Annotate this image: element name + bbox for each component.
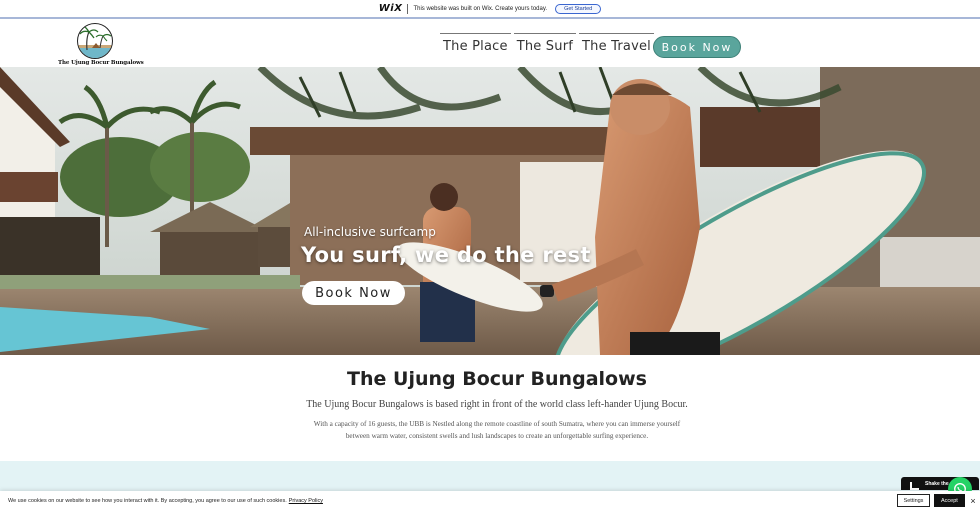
cookie-accept-button[interactable]: Accept — [934, 494, 965, 507]
main-nav: The Place The Surf The Travel — [440, 33, 657, 54]
site-header: The Ujung Bocur Bungalows The Place The … — [0, 21, 980, 67]
nav-item-the-travel[interactable]: The Travel — [579, 33, 654, 54]
book-now-header-button[interactable]: Book Now — [653, 36, 741, 58]
book-now-hero-button[interactable]: Book Now — [302, 281, 405, 305]
cookie-text: We use cookies on our website to see how… — [8, 498, 287, 504]
wix-message: This website was built on Wix. Create yo… — [413, 5, 548, 12]
intro-lead: The Ujung Bocur Bungalows is based right… — [306, 399, 688, 410]
nav-item-the-surf[interactable]: The Surf — [513, 33, 577, 54]
wix-divider — [407, 3, 409, 14]
site-logo[interactable]: The Ujung Bocur Bungalows — [58, 23, 144, 67]
cookie-settings-button[interactable]: Settings — [897, 494, 930, 507]
wix-logo: WiX — [378, 3, 403, 14]
intro-title: The Ujung Bocur Bungalows — [347, 368, 647, 390]
next-section-band — [0, 461, 980, 491]
chat-chart-icon — [910, 482, 919, 490]
close-icon[interactable]: × — [967, 494, 979, 507]
hero-background-image — [0, 67, 980, 355]
palm-logo-icon — [77, 23, 113, 59]
cookie-banner: We use cookies on our website to see how… — [0, 491, 980, 511]
wix-banner: WiX This website was built on Wix. Creat… — [0, 0, 980, 19]
get-started-button[interactable]: Get Started — [555, 3, 602, 14]
privacy-policy-link[interactable]: Privacy Policy — [289, 498, 323, 504]
hero-subtitle: All-inclusive surfcamp — [304, 225, 436, 239]
logo-text: The Ujung Bocur Bungalows — [58, 60, 144, 66]
intro-body: With a capacity of 16 guests, the UBB is… — [313, 420, 681, 440]
hero-section: All-inclusive surfcamp You surf, we do t… — [0, 67, 980, 355]
hero-title: You surf, we do the rest — [301, 243, 591, 267]
nav-item-the-place[interactable]: The Place — [440, 33, 511, 54]
